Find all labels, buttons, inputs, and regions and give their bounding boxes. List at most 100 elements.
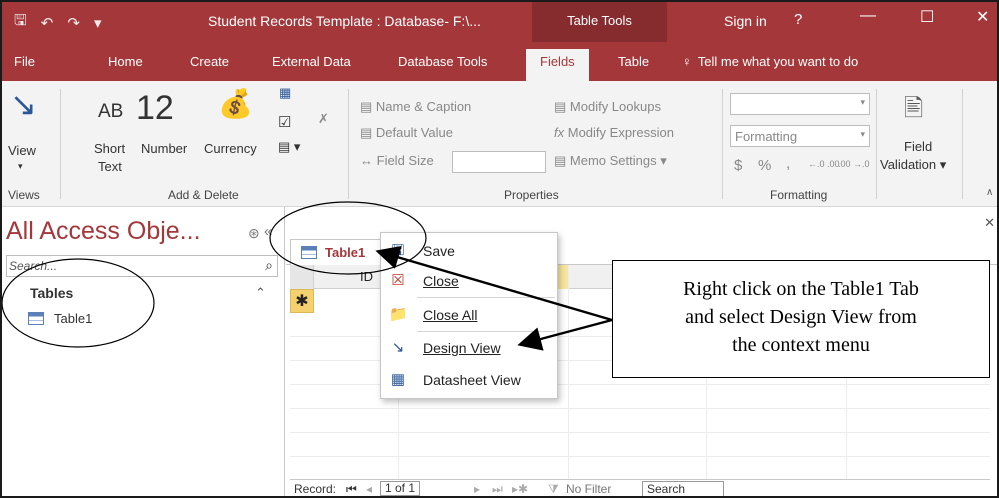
select-all-corner[interactable] bbox=[290, 265, 314, 289]
menu-item-label: Design View bbox=[423, 340, 501, 356]
redo-icon[interactable]: ↷ bbox=[67, 14, 80, 32]
format-dropdown[interactable]: Formatting ▾ bbox=[730, 125, 870, 147]
field-validation-icon[interactable]: 🖹 bbox=[904, 91, 923, 132]
name-caption-button: ▤ Name & Caption bbox=[360, 99, 472, 114]
more-fields-icon[interactable]: ▤ ▾ bbox=[278, 139, 300, 155]
nav-item-table1[interactable]: Table1 bbox=[28, 311, 92, 326]
yes-no-icon[interactable]: ☑ bbox=[278, 113, 291, 131]
view-button[interactable]: View bbox=[8, 143, 36, 158]
number-icon[interactable]: 12 bbox=[136, 89, 174, 128]
help-icon[interactable]: ? bbox=[794, 11, 802, 28]
current-record-input[interactable]: 1 of 1 bbox=[380, 481, 421, 496]
short-text-label-2[interactable]: Text bbox=[98, 159, 122, 174]
menu-item-design-view[interactable]: ↘ Design View bbox=[381, 336, 557, 360]
menu-item-save[interactable]: 🖫 Save bbox=[381, 239, 557, 263]
tell-me-box[interactable]: ♀ Tell me what you want to do bbox=[682, 54, 858, 69]
next-record-icon[interactable]: ▸ bbox=[474, 482, 480, 496]
percent-format-button[interactable]: % bbox=[758, 157, 771, 174]
menu-item-label: Close bbox=[423, 273, 459, 289]
nav-pane-title[interactable]: All Access Obje... bbox=[6, 217, 201, 246]
lightbulb-icon: ♀ bbox=[682, 54, 692, 69]
filter-status[interactable]: No Filter bbox=[566, 482, 611, 496]
tab-file[interactable]: File bbox=[14, 54, 35, 69]
group-divider bbox=[962, 89, 963, 199]
group-divider bbox=[722, 89, 723, 199]
field-size-input[interactable] bbox=[452, 151, 546, 173]
callout-line-2: and select Design View from bbox=[685, 306, 917, 328]
nav-options-icon[interactable]: ⊛ bbox=[248, 225, 260, 242]
short-text-label[interactable]: Short bbox=[94, 141, 125, 156]
undo-icon[interactable]: ↶ bbox=[41, 14, 54, 32]
design-view-icon: ↘ bbox=[391, 339, 405, 356]
tab-home[interactable]: Home bbox=[108, 54, 143, 69]
tab-table[interactable]: Table bbox=[618, 54, 649, 69]
previous-record-icon[interactable]: ◂ bbox=[366, 482, 372, 496]
window-title: Student Records Template : Database- F:\… bbox=[208, 13, 481, 29]
menu-item-close[interactable]: ☒ Close bbox=[381, 269, 557, 293]
search-placeholder: Search... bbox=[9, 259, 58, 273]
customize-qat-icon[interactable]: ▾ bbox=[94, 14, 102, 32]
context-menu: 🖫 Save ☒ Close 📁 Close All ↘ Design View… bbox=[380, 232, 558, 399]
first-record-icon[interactable]: ⏮ bbox=[346, 482, 357, 496]
new-record-icon[interactable]: ▸✱ bbox=[512, 482, 528, 496]
search-icon[interactable]: ⌕ bbox=[265, 257, 273, 274]
save-icon: 🖫 bbox=[391, 242, 405, 259]
new-record-marker[interactable]: ✱ bbox=[290, 289, 314, 313]
view-dropdown-icon[interactable]: ▾ bbox=[18, 161, 23, 172]
quick-access-toolbar: 🖫 ↶ ↷ ▾ bbox=[14, 10, 101, 35]
table-icon bbox=[28, 312, 44, 325]
save-icon[interactable]: 🖫 bbox=[14, 10, 27, 35]
tab-create[interactable]: Create bbox=[190, 54, 229, 69]
decrease-decimals-button[interactable]: .00 →.0 bbox=[838, 159, 870, 169]
menu-item-datasheet-view[interactable]: ▦ Datasheet View bbox=[381, 368, 557, 392]
nav-search-input[interactable]: Search... ⌕ bbox=[6, 255, 278, 277]
increase-decimals-button[interactable]: ←.0 .00 bbox=[808, 159, 840, 169]
field-validation-label-2[interactable]: Validation ▾ bbox=[880, 157, 946, 173]
navigation-pane: All Access Obje... ⊛ « Search... ⌕ Table… bbox=[2, 207, 285, 496]
collapse-ribbon-icon[interactable]: ∧ bbox=[986, 187, 993, 198]
tab-database-tools[interactable]: Database Tools bbox=[398, 54, 487, 69]
sign-in-link[interactable]: Sign in bbox=[724, 13, 767, 29]
instruction-callout: Right click on the Table1 Tab and select… bbox=[612, 260, 990, 378]
add-delete-group-label: Add & Delete bbox=[168, 188, 239, 202]
modify-expression-button: fx Modify Expression bbox=[554, 125, 674, 140]
shutter-bar-icon[interactable]: « bbox=[264, 223, 272, 240]
date-time-icon[interactable]: ▦ bbox=[279, 85, 291, 101]
document-tab-table1[interactable]: Table1 bbox=[290, 239, 386, 265]
short-text-icon[interactable]: AB bbox=[98, 101, 123, 123]
minimize-icon[interactable]: — bbox=[860, 7, 876, 25]
tab-external-data[interactable]: External Data bbox=[272, 54, 351, 69]
record-navigation-bar: Record: ⏮ ◂ 1 of 1 ▸ ⏭ ▸✱ ⧩ No Filter Se… bbox=[290, 479, 990, 496]
chevron-down-icon: ▾ bbox=[860, 97, 865, 107]
collapse-group-icon[interactable]: ⌃ bbox=[255, 285, 266, 301]
properties-group-label: Properties bbox=[504, 188, 559, 202]
menu-separator bbox=[417, 297, 555, 298]
design-view-icon[interactable]: ↘ bbox=[10, 85, 37, 123]
filter-icon[interactable]: ⧩ bbox=[548, 482, 559, 496]
data-type-dropdown[interactable]: ▾ bbox=[730, 93, 870, 115]
comma-format-button[interactable]: , bbox=[786, 155, 790, 172]
close-document-icon[interactable]: ✕ bbox=[984, 215, 995, 231]
currency-icon[interactable]: 💰 bbox=[218, 87, 253, 120]
chevron-down-icon: ▾ bbox=[860, 129, 865, 139]
number-label[interactable]: Number bbox=[141, 141, 187, 156]
record-search-input[interactable]: Search bbox=[642, 481, 724, 496]
currency-label[interactable]: Currency bbox=[204, 141, 257, 156]
menu-item-label: Datasheet View bbox=[423, 372, 521, 388]
column-header-id[interactable]: ID bbox=[360, 269, 373, 284]
delete-field-icon[interactable]: ✗ bbox=[318, 111, 329, 127]
menu-item-close-all[interactable]: 📁 Close All bbox=[381, 303, 557, 327]
tab-fields[interactable]: Fields bbox=[526, 49, 589, 81]
close-window-icon[interactable]: ✕ bbox=[976, 7, 989, 27]
table-tools-group: Table Tools bbox=[532, 2, 667, 42]
field-validation-label[interactable]: Field bbox=[904, 139, 932, 154]
tell-me-label: Tell me what you want to do bbox=[697, 54, 859, 69]
maximize-icon[interactable]: ☐ bbox=[920, 7, 934, 27]
currency-format-button[interactable]: $ bbox=[734, 157, 742, 174]
group-divider bbox=[348, 89, 349, 199]
datasheet-view-icon: ▦ bbox=[390, 371, 406, 388]
callout-line-1: Right click on the Table1 Tab bbox=[683, 278, 919, 300]
last-record-icon[interactable]: ⏭ bbox=[492, 482, 503, 496]
app-window: 🖫 ↶ ↷ ▾ Student Records Template : Datab… bbox=[0, 0, 999, 498]
nav-group-tables[interactable]: Tables bbox=[30, 285, 73, 301]
